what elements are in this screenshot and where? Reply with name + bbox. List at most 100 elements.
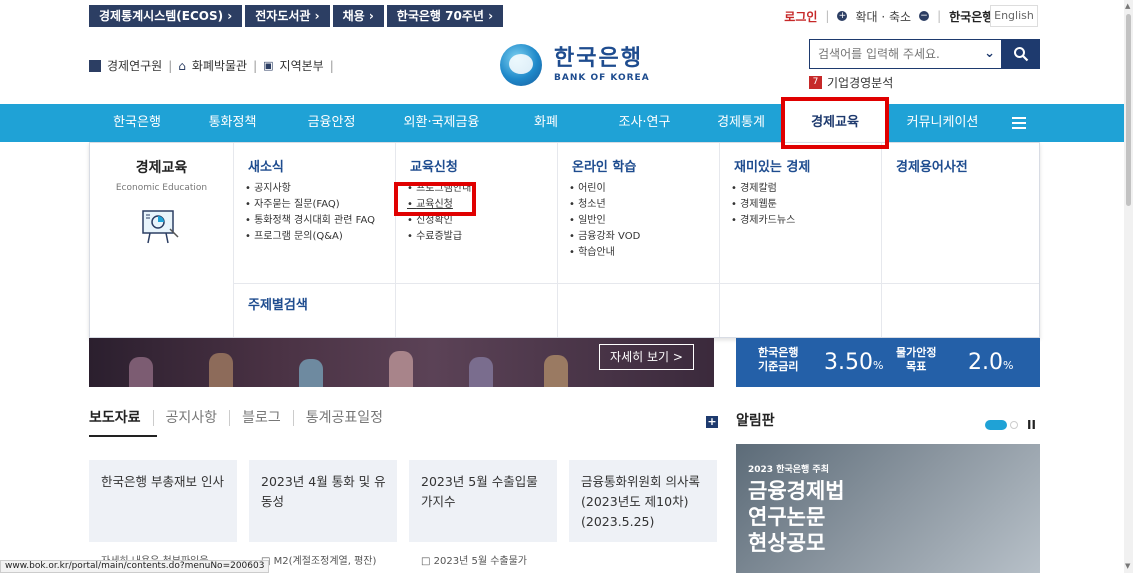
nav-item-fx-international[interactable]: 외환·국제금융 <box>383 104 500 142</box>
banner-figure <box>389 351 413 387</box>
menu-heading-education-application[interactable]: 교육신청 <box>410 156 458 175</box>
top-link-library[interactable]: 전자도서관 › <box>245 5 330 27</box>
menu-heading-glossary[interactable]: 경제용어사전 <box>896 156 968 175</box>
search-button[interactable] <box>1002 39 1040 69</box>
biz-number-badge: 7 <box>809 76 822 89</box>
nav-item-research[interactable]: 조사·연구 <box>592 104 697 142</box>
slide-indicator-active[interactable] <box>985 420 1007 430</box>
tab-stats-schedule[interactable]: 통계공표일정 <box>292 410 395 426</box>
chevron-down-icon[interactable]: ⌄ <box>984 46 995 61</box>
tab-notices[interactable]: 공지사항 <box>152 410 230 426</box>
menu-list-online-learning: 어린이 청소년 일반인 금융강좌 VOD 학습안내 <box>569 181 640 261</box>
divider: | <box>168 58 173 73</box>
menu-item-kids[interactable]: 어린이 <box>569 181 640 197</box>
banner-figure <box>544 355 568 387</box>
menu-item-youth[interactable]: 청소년 <box>569 197 640 213</box>
menu-item-certificate[interactable]: 수료증발급 <box>407 229 471 245</box>
main-banner[interactable]: 자세히 보기 > <box>89 338 714 387</box>
nav-item-communication[interactable]: 커뮤니케이션 <box>885 104 1000 142</box>
search-input[interactable] <box>810 40 970 68</box>
notice-promo-banner[interactable]: 2023 한국은행 주최 금융경제법 연구논문 현상공모 <box>736 444 1040 573</box>
base-rate-label-line1: 한국은행 <box>758 346 799 359</box>
news-card[interactable]: 2023년 5월 수출입물가지수 □ 2023년 5월 수출물가 <box>409 460 557 573</box>
menu-item-column[interactable]: 경제칼럼 <box>731 181 795 197</box>
link-money-museum[interactable]: 화폐박물관 <box>192 57 247 74</box>
search-box: ⌄ <box>809 39 1002 69</box>
inflation-number: 2.0 <box>968 350 1003 375</box>
promo-subtitle: 2023 한국은행 주최 <box>748 465 829 475</box>
menu-item-faq[interactable]: 자주묻는 질문(FAQ) <box>245 197 375 213</box>
pause-icon[interactable]: II <box>1027 418 1036 432</box>
menu-item-finance-vod[interactable]: 금융강좌 VOD <box>569 229 640 245</box>
nav-item-statistics[interactable]: 경제통계 <box>697 104 785 142</box>
promo-title: 금융경제법 연구논문 현상공모 <box>748 478 845 556</box>
inflation-target-label: 물가안정 목표 <box>896 346 936 374</box>
menu-item-program-qna[interactable]: 프로그램 문의(Q&A) <box>245 229 375 245</box>
login-link[interactable]: 로그인 <box>784 8 817 25</box>
nav-item-economic-education[interactable]: 경제교육 <box>785 104 885 142</box>
menu-item-adults[interactable]: 일반인 <box>569 213 640 229</box>
nav-item-monetary-policy[interactable]: 통화정책 <box>185 104 280 142</box>
nav-item-financial-stability[interactable]: 금융안정 <box>280 104 383 142</box>
menu-item-apply-check[interactable]: 신청확인 <box>407 213 471 229</box>
news-card[interactable]: 금융통화위원회 의사록(2023년도 제10차)(2023.5.25) <box>569 460 717 573</box>
news-card-desc: □ M2(계절조정계열, 평잔) <box>261 556 377 567</box>
nav-item-currency[interactable]: 화폐 <box>500 104 592 142</box>
english-button[interactable]: English <box>990 5 1038 27</box>
base-rate-value: 3.50% <box>824 350 883 375</box>
menu-item-contest-faq[interactable]: 통화정책 경시대회 관련 FAQ <box>245 213 375 229</box>
tab-blog[interactable]: 블로그 <box>229 410 293 426</box>
banner-figure <box>299 359 323 387</box>
news-card-title: 금융통화위원회 의사록(2023년도 제10차)(2023.5.25) <box>581 474 700 529</box>
promo-title-line1: 금융경제법 <box>748 479 845 503</box>
menu-heading-news[interactable]: 새소식 <box>248 156 284 175</box>
base-rate-number: 3.50 <box>824 350 873 375</box>
top-link-ecos[interactable]: 경제통계시스템(ECOS) › <box>89 5 243 27</box>
top-link-70th[interactable]: 한국은행 70주년 › <box>386 5 504 27</box>
main-nav: 한국은행 통화정책 금융안정 외환·국제금융 화폐 조사·연구 경제통계 경제교… <box>0 104 1133 142</box>
slide-indicator[interactable] <box>1010 421 1018 429</box>
menu-topic-search[interactable]: 주제별검색 <box>248 294 308 313</box>
divider: | <box>825 9 830 23</box>
hamburger-icon[interactable] <box>1000 104 1038 142</box>
promo-title-line2: 연구논문 <box>748 505 826 529</box>
news-card[interactable]: 2023년 4월 통화 및 유동성 □ M2(계절조정계열, 평잔) <box>249 460 397 573</box>
inflation-unit: % <box>1003 359 1014 372</box>
menu-item-program-guide[interactable]: 프로그램안내 <box>407 181 471 197</box>
menu-column-online-learning: 온라인 학습 어린이 청소년 일반인 금융강좌 VOD 학습안내 <box>557 143 719 337</box>
mega-menu: 경제교육 Economic Education 새소식 공지사항 자주묻는 질문… <box>89 142 1040 338</box>
menu-item-notices[interactable]: 공지사항 <box>245 181 375 197</box>
link-research-institute[interactable]: 경제연구원 <box>107 57 162 74</box>
menu-column-fun-economy: 재미있는 경제 경제칼럼 경제웹툰 경제카드뉴스 <box>719 143 881 337</box>
scrollbar-thumb[interactable] <box>1126 14 1131 206</box>
top-link-recruit[interactable]: 채용 › <box>332 5 384 27</box>
base-rate-label: 한국은행 기준금리 <box>758 346 798 374</box>
mega-menu-subtitle: Economic Education <box>115 183 208 193</box>
tab-press-release[interactable]: 보도자료 <box>89 410 153 426</box>
search-icon <box>1014 47 1029 62</box>
inflation-label-line2: 목표 <box>906 360 927 373</box>
scroll-down-icon[interactable]: ▼ <box>1125 562 1130 570</box>
menu-item-webtoon[interactable]: 경제웹툰 <box>731 197 795 213</box>
menu-heading-fun-economy[interactable]: 재미있는 경제 <box>734 156 810 175</box>
link-regional-hq[interactable]: 지역본부 <box>280 57 324 74</box>
biz-analysis-link[interactable]: 7 기업경영분석 <box>809 74 893 91</box>
base-rate-label-line2: 기준금리 <box>758 360 799 373</box>
logo-mark-icon <box>500 44 542 86</box>
menu-item-education-apply[interactable]: 교육신청 <box>407 197 471 213</box>
nav-item-bok[interactable]: 한국은행 <box>89 104 185 142</box>
banner-more-button[interactable]: 자세히 보기 > <box>599 344 694 370</box>
plus-icon[interactable]: + <box>706 416 718 428</box>
bok-logo[interactable]: 한국은행 BANK OF KOREA <box>500 44 650 86</box>
zoom-in-icon[interactable]: + <box>837 11 848 21</box>
divider: | <box>937 9 942 23</box>
menu-heading-online-learning[interactable]: 온라인 학습 <box>572 156 636 175</box>
menu-item-learning-guide[interactable]: 학습안내 <box>569 245 640 261</box>
news-card[interactable]: 한국은행 부총재보 인사 자세히 내용은 첨부파일을 <box>89 460 237 573</box>
menu-item-cardnews[interactable]: 경제카드뉴스 <box>731 213 795 229</box>
menu-list-education-application: 프로그램안내 교육신청 신청확인 수료증발급 <box>407 181 471 245</box>
zoom-out-icon[interactable]: − <box>919 11 930 21</box>
banner-figure <box>469 357 493 387</box>
header-sub-links: 경제연구원 | ⌂ 화폐박물관 | ▣ 지역본부 | <box>89 57 334 74</box>
scroll-up-icon[interactable]: ▲ <box>1125 2 1130 10</box>
